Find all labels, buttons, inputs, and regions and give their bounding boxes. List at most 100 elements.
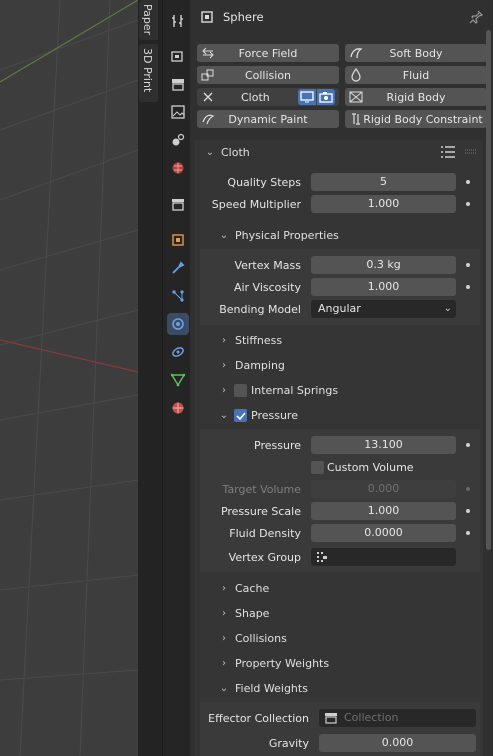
cloth-panel-header[interactable]: ⌄ Cloth xyxy=(204,140,474,164)
keyframe-dot[interactable] xyxy=(466,180,470,184)
y-axis-line xyxy=(0,0,138,83)
chevron-right-icon: › xyxy=(222,632,226,644)
target-volume-field: 0.000 xyxy=(311,480,456,498)
pressure-header[interactable]: ⌄ Pressure xyxy=(218,403,468,427)
render-icon[interactable] xyxy=(167,45,189,67)
pressure-scale-field[interactable]: 1.000 xyxy=(311,502,456,520)
data-icon[interactable] xyxy=(167,369,189,391)
tab-paper[interactable]: Paper xyxy=(139,0,158,40)
properties-header: Sphere xyxy=(190,0,493,34)
collection-icon xyxy=(325,713,337,724)
force-field-button[interactable]: Force Field xyxy=(197,44,339,62)
chevron-right-icon: › xyxy=(222,657,226,669)
custom-volume-checkbox[interactable] xyxy=(311,461,324,474)
cloth-button[interactable]: Cloth xyxy=(197,88,339,106)
keyframe-dot[interactable] xyxy=(466,202,470,206)
keyframe-dot[interactable] xyxy=(466,285,470,289)
object-name: Sphere xyxy=(223,10,264,24)
air-viscosity-label: Air Viscosity xyxy=(233,281,301,294)
tool-icon[interactable] xyxy=(167,10,189,32)
object-icon[interactable] xyxy=(167,229,189,251)
chevron-right-icon: › xyxy=(222,359,226,371)
bending-model-dropdown[interactable]: Angular ⌄ xyxy=(311,300,456,318)
fluid-density-label: Fluid Density xyxy=(229,527,301,540)
shape-header[interactable]: › Shape xyxy=(218,601,468,625)
speed-multiplier-field[interactable]: 1.000 xyxy=(311,195,456,213)
air-viscosity-field[interactable]: 1.000 xyxy=(311,278,456,296)
constraint-icon xyxy=(352,113,360,125)
pressure-field[interactable]: 13.100 xyxy=(311,436,456,454)
viewport-grid xyxy=(0,0,138,756)
rigid-body-icon xyxy=(349,91,363,103)
drag-handle-icon[interactable] xyxy=(465,149,477,155)
property-weights-header[interactable]: › Property Weights xyxy=(218,651,468,675)
show-in-viewport-toggle[interactable] xyxy=(298,89,316,105)
material-icon[interactable] xyxy=(167,397,189,419)
custom-volume-label: Custom Volume xyxy=(327,461,414,474)
internal-springs-header[interactable]: › Internal Springs xyxy=(218,378,468,402)
keyframe-dot[interactable] xyxy=(466,509,470,513)
chevron-right-icon: › xyxy=(222,607,226,619)
object-square-icon xyxy=(201,11,213,23)
chevron-right-icon: › xyxy=(222,582,226,594)
cache-header[interactable]: › Cache xyxy=(218,576,468,600)
vertex-group-field[interactable] xyxy=(311,548,456,566)
rigid-body-button[interactable]: Rigid Body xyxy=(345,88,487,106)
field-weights-header[interactable]: ⌄ Field Weights xyxy=(218,676,468,700)
chevron-down-icon: ⌄ xyxy=(205,146,215,158)
particles-icon[interactable] xyxy=(167,285,189,307)
collection-icon[interactable] xyxy=(167,193,189,215)
keyframe-dot[interactable] xyxy=(466,443,470,447)
effector-collection-field[interactable]: Collection xyxy=(319,709,476,727)
gravity-field[interactable]: 0.000 xyxy=(319,734,476,752)
keyframe-dot[interactable] xyxy=(466,531,470,535)
vertex-group-label: Vertex Group xyxy=(228,551,301,564)
monitor-icon xyxy=(300,91,314,103)
gravity-label: Gravity xyxy=(268,737,309,750)
world-icon[interactable] xyxy=(167,157,189,179)
fluid-density-field[interactable]: 0.0000 xyxy=(311,524,456,542)
collision-button[interactable]: Collision xyxy=(197,66,339,84)
quality-steps-field[interactable]: 5 xyxy=(311,173,456,191)
pin-icon[interactable] xyxy=(469,10,483,24)
pressure-checkbox[interactable] xyxy=(234,408,247,422)
stiffness-header[interactable]: › Stiffness xyxy=(218,328,468,352)
internal-springs-checkbox[interactable] xyxy=(234,383,247,397)
chevron-down-icon: ⌄ xyxy=(443,303,452,314)
properties-tab-bar xyxy=(162,0,190,756)
chevron-down-icon: ⌄ xyxy=(219,229,229,241)
speed-multiplier-label: Speed Multiplier xyxy=(211,198,301,211)
tab-3d-print[interactable]: 3D Print xyxy=(139,44,158,102)
list-icon[interactable] xyxy=(440,145,456,159)
chevron-down-icon: ⌄ xyxy=(219,682,229,694)
close-icon[interactable] xyxy=(201,90,215,104)
pressure-scale-label: Pressure Scale xyxy=(220,505,301,518)
vertex-mass-label: Vertex Mass xyxy=(234,259,301,272)
dynamic-paint-button[interactable]: Dynamic Paint xyxy=(197,110,339,128)
collisions-header[interactable]: › Collisions xyxy=(218,626,468,650)
modifier-icon[interactable] xyxy=(167,257,189,279)
effector-collection-label: Effector Collection xyxy=(208,712,309,725)
vertex-mass-field[interactable]: 0.3 kg xyxy=(311,256,456,274)
rigid-body-constraint-button[interactable]: Rigid Body Constraint xyxy=(345,110,487,128)
view-layer-icon[interactable] xyxy=(167,101,189,123)
physics-icon[interactable] xyxy=(167,313,189,335)
keyframe-dot xyxy=(466,487,470,491)
chevron-right-icon: › xyxy=(222,384,226,396)
fluid-button[interactable]: Fluid xyxy=(345,66,487,84)
keyframe-dot[interactable] xyxy=(466,263,470,267)
3d-viewport[interactable] xyxy=(0,0,138,756)
physical-properties-header[interactable]: ⌄ Physical Properties xyxy=(218,223,468,247)
collision-icon xyxy=(201,69,214,81)
damping-header[interactable]: › Damping xyxy=(218,353,468,377)
scrollbar[interactable] xyxy=(486,30,491,550)
soft-body-button[interactable]: Soft Body xyxy=(345,44,487,62)
fluid-icon xyxy=(351,68,361,82)
show-in-render-toggle[interactable] xyxy=(317,89,335,105)
sidebar-tabs: Paper 3D Print xyxy=(138,0,162,756)
vertex-group-icon xyxy=(317,552,327,562)
scene-icon[interactable] xyxy=(167,129,189,151)
camera-icon xyxy=(319,92,333,103)
output-icon[interactable] xyxy=(167,73,189,95)
constraints-icon[interactable] xyxy=(167,341,189,363)
